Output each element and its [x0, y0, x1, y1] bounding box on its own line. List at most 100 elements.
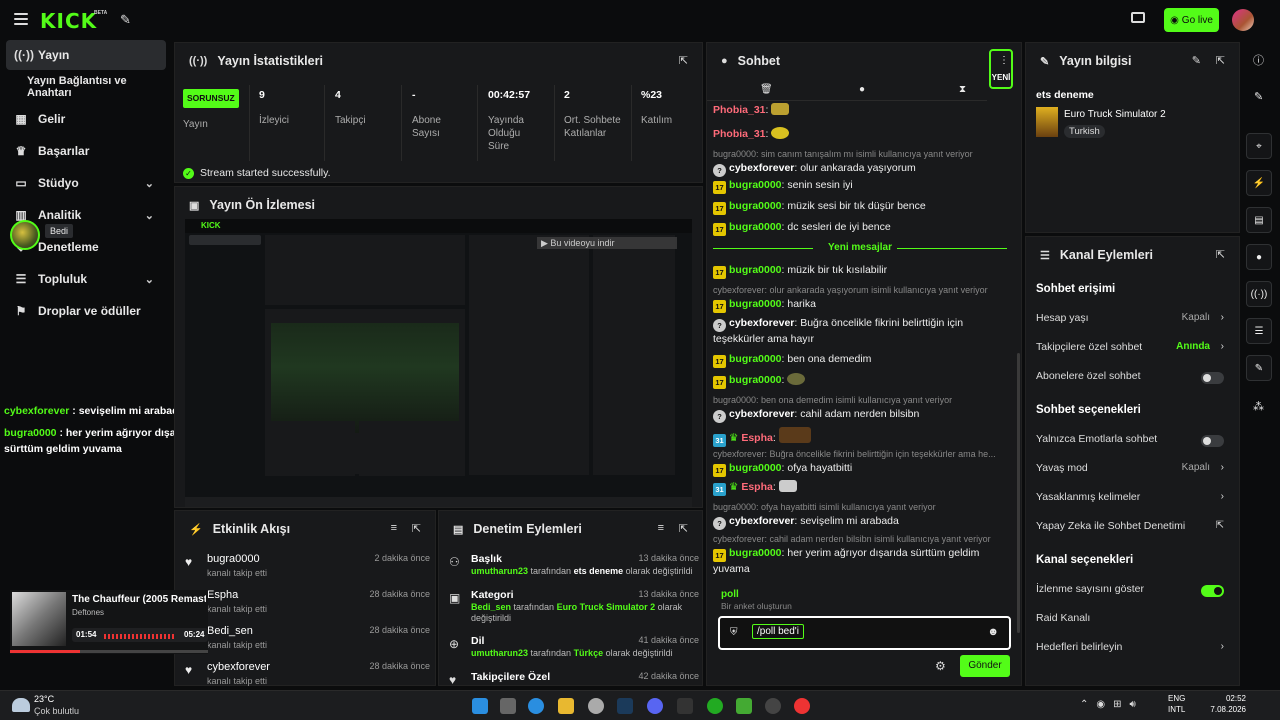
- chat-bubble-icon[interactable]: ●: [859, 84, 865, 95]
- section-title: Kanal seçenekleri: [1036, 554, 1134, 566]
- sidebar-item-droplar[interactable]: ⚑ Droplar ve ödüller: [6, 296, 166, 326]
- command-suggestion[interactable]: poll: [721, 589, 739, 600]
- chat-message: 17 bugra0000: ben ona demedim: [713, 352, 1003, 368]
- wrench-icon: ✎: [1254, 362, 1264, 374]
- epic-icon[interactable]: [677, 698, 693, 714]
- widget-button[interactable]: ▤: [1246, 207, 1272, 233]
- check-icon: ✓: [183, 167, 194, 179]
- sidebar-item-basarilar[interactable]: ♛ Başarılar: [6, 136, 166, 166]
- add-widget-icon[interactable]: ⁂: [1253, 400, 1264, 413]
- toggle[interactable]: [1201, 372, 1224, 384]
- setting-row[interactable]: Hesap yaşı Kapalı ›: [1036, 312, 1224, 328]
- setting-row[interactable]: İzlenme sayısını göster: [1036, 583, 1224, 599]
- xbox-icon[interactable]: [707, 698, 723, 714]
- elapsed-time: 01:54: [76, 630, 97, 639]
- setting-row[interactable]: Yalnızca Emotlarla sohbet: [1036, 433, 1224, 449]
- lang-secondary[interactable]: INTL: [1168, 705, 1185, 714]
- sidebar-item-gelir[interactable]: ▦ Gelir: [6, 104, 166, 134]
- clock-date[interactable]: 7.08.2026: [1202, 705, 1246, 714]
- gear-icon[interactable]: ⚙: [935, 659, 946, 673]
- folder-icon[interactable]: [558, 698, 574, 714]
- popout-icon[interactable]: ⇱: [679, 522, 688, 535]
- clock-time[interactable]: 02:52: [1218, 694, 1246, 703]
- widget-button[interactable]: ✎: [1246, 355, 1272, 381]
- setting-row[interactable]: Raid Kanalı: [1036, 612, 1224, 628]
- minecraft-icon[interactable]: [736, 698, 752, 714]
- windows-icon[interactable]: [472, 698, 488, 714]
- info-header: ✎ Yayın bilgisi: [1040, 54, 1132, 68]
- target-icon: ⌖: [1256, 140, 1262, 152]
- progress-fill: [10, 650, 80, 653]
- avatar[interactable]: [1232, 9, 1254, 31]
- sidebar-item-studyo[interactable]: ▭ Stüdyo ⌄: [6, 168, 166, 198]
- go-live-button[interactable]: ◉ Go live: [1164, 8, 1219, 32]
- title-icon: ⚇: [449, 555, 460, 569]
- section-title: Sohbet erişimi: [1036, 283, 1116, 295]
- widget-button[interactable]: ⌖: [1246, 133, 1272, 159]
- channel-header: ☰ Kanal Eylemleri: [1040, 248, 1153, 262]
- edit-icon[interactable]: ✎: [1192, 54, 1201, 67]
- popout-icon[interactable]: ⇱: [412, 522, 421, 535]
- widget-button[interactable]: ⚡: [1246, 170, 1272, 196]
- obs-icon[interactable]: [588, 698, 604, 714]
- filter-icon[interactable]: ≡: [658, 522, 664, 534]
- info-icon[interactable]: ⓘ: [1253, 52, 1264, 68]
- channel-actions-panel: ☰ Kanal Eylemleri ⇱ Sohbet erişimi Hesap …: [1025, 236, 1240, 686]
- chat-message: bugra0000: ofya hayatbitti isimli kullan…: [713, 502, 936, 530]
- chat-message: cybexforever: olur ankarada yaşıyorum is…: [713, 285, 988, 313]
- setting-row[interactable]: Yasaklanmış kelimeler ›: [1036, 491, 1224, 507]
- emoji-icon[interactable]: ☻: [987, 626, 999, 638]
- scrollbar[interactable]: [1017, 353, 1020, 633]
- music-widget[interactable]: The Chauffeur (2005 Remaster) Deftones 0…: [10, 590, 208, 654]
- chat-menu-button[interactable]: ⋮ YENİ: [989, 49, 1013, 89]
- chat-panel: ● Sohbet ⋮ YENİ 🗑︎ ● ⧗ Phobia_31: Phobia_…: [706, 42, 1022, 686]
- trash-icon[interactable]: 🗑︎: [760, 84, 773, 95]
- media-icon[interactable]: [794, 698, 810, 714]
- sidebar-item-stream-key[interactable]: Yayın Bağlantısı ve Anahtarı: [6, 72, 166, 102]
- command-description: Bir anket oluşturun: [721, 601, 792, 611]
- tray-icons[interactable]: ⌃◉⊞🔊︎: [1080, 699, 1144, 710]
- filter-icon[interactable]: ≡: [391, 522, 397, 534]
- list-item: ♥Bedi_senkanalı takip etti28 dakika önce: [185, 623, 430, 657]
- widget-button[interactable]: ((·)): [1246, 281, 1272, 307]
- wrench-icon[interactable]: ✎: [120, 12, 131, 28]
- pencil-icon[interactable]: ✎: [1254, 90, 1263, 103]
- chat-header: ● Sohbet: [721, 54, 781, 68]
- widget-button[interactable]: ●: [1246, 244, 1272, 270]
- widget-button[interactable]: ☰: [1246, 318, 1272, 344]
- setting-row[interactable]: Yavaş mod Kapalı ›: [1036, 462, 1224, 478]
- chat-input[interactable]: ⛨ /poll bed'i ☻: [718, 616, 1011, 650]
- kick-logo[interactable]: KICK: [40, 9, 97, 33]
- setting-row[interactable]: Abonelere özel sohbet: [1036, 370, 1224, 386]
- stream-icon: ((·)): [1250, 288, 1268, 300]
- steam-icon[interactable]: [617, 698, 633, 714]
- search-icon[interactable]: [500, 698, 516, 714]
- divider: [324, 85, 325, 161]
- toggle[interactable]: [1201, 435, 1224, 447]
- send-button[interactable]: Gönder: [960, 655, 1010, 677]
- popout-icon[interactable]: ⇱: [1216, 248, 1225, 261]
- weather-text: Çok bulutlu: [34, 706, 80, 716]
- sidebar-item-topluluk[interactable]: ☰ Topluluk ⌄: [6, 264, 166, 294]
- dollar-icon: ▦: [15, 112, 27, 126]
- chevron-down-icon: ⌄: [144, 273, 154, 286]
- theater-icon[interactable]: [1131, 12, 1145, 23]
- sidebar-item-yayin[interactable]: ((·)) Yayın: [6, 40, 166, 70]
- menu-icon[interactable]: [14, 13, 28, 25]
- lang-primary[interactable]: ENG: [1168, 694, 1185, 703]
- stream-preview[interactable]: KICK ▶ Bu videoyu indir: [185, 219, 692, 507]
- download-overlay[interactable]: ▶ Bu videoyu indir: [537, 237, 677, 249]
- popout-icon[interactable]: ⇱: [1216, 54, 1225, 67]
- hourglass-icon[interactable]: ⧗: [959, 84, 966, 95]
- setting-row[interactable]: Takipçilere özel sohbet Anında ›: [1036, 341, 1224, 357]
- discord-icon[interactable]: [647, 698, 663, 714]
- popout-icon[interactable]: ⇱: [679, 54, 688, 67]
- app-icon[interactable]: [765, 698, 781, 714]
- edge-icon[interactable]: [528, 698, 544, 714]
- wrench-icon: ✎: [1040, 55, 1050, 68]
- setting-row[interactable]: Yapay Zeka ile Sohbet Denetimi ⇱: [1036, 520, 1224, 536]
- toggle[interactable]: [1201, 585, 1224, 597]
- setting-row[interactable]: Hedefleri belirleyin ›: [1036, 641, 1224, 657]
- game-name: Euro Truck Simulator 2: [1064, 109, 1166, 120]
- globe-icon: ⊕: [449, 637, 460, 651]
